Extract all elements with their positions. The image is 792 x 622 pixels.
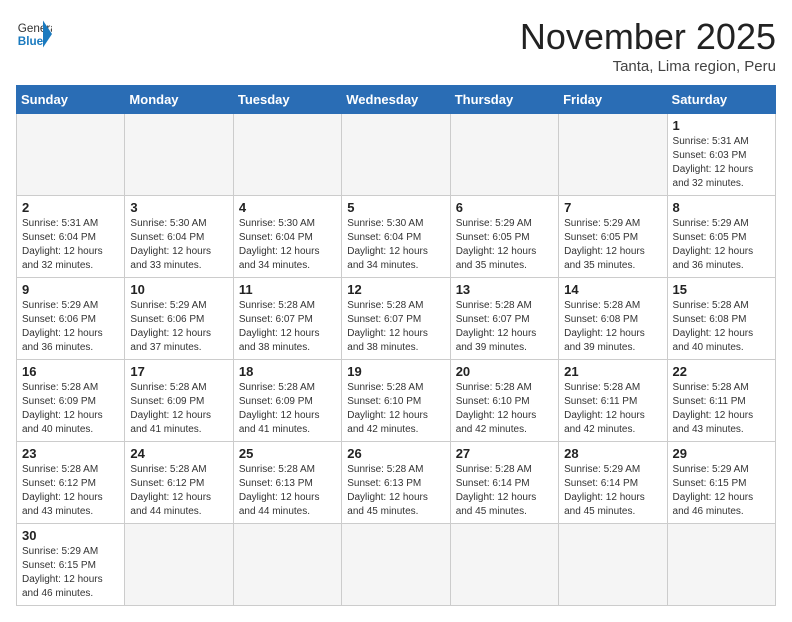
- calendar-row-5: 23 Sunrise: 5:28 AMSunset: 6:12 PMDaylig…: [17, 442, 776, 524]
- day-20: 20 Sunrise: 5:28 AMSunset: 6:10 PMDaylig…: [450, 360, 558, 442]
- empty-cell: [342, 524, 450, 606]
- weekday-header-row: Sunday Monday Tuesday Wednesday Thursday…: [17, 86, 776, 114]
- day-26: 26 Sunrise: 5:28 AMSunset: 6:13 PMDaylig…: [342, 442, 450, 524]
- calendar-row-4: 16 Sunrise: 5:28 AMSunset: 6:09 PMDaylig…: [17, 360, 776, 442]
- location: Tanta, Lima region, Peru: [520, 58, 776, 75]
- logo-icon: General Blue: [16, 16, 52, 52]
- empty-cell: [125, 114, 233, 196]
- logo: General Blue: [16, 16, 52, 52]
- day-24: 24 Sunrise: 5:28 AMSunset: 6:12 PMDaylig…: [125, 442, 233, 524]
- day-9: 9 Sunrise: 5:29 AMSunset: 6:06 PMDayligh…: [17, 278, 125, 360]
- calendar-row-1: 1 Sunrise: 5:31 AM Sunset: 6:03 PM Dayli…: [17, 114, 776, 196]
- day-28: 28 Sunrise: 5:29 AMSunset: 6:14 PMDaylig…: [559, 442, 667, 524]
- month-title: November 2025: [520, 16, 776, 58]
- empty-cell: [233, 524, 341, 606]
- empty-cell: [125, 524, 233, 606]
- day-13: 13 Sunrise: 5:28 AMSunset: 6:07 PMDaylig…: [450, 278, 558, 360]
- empty-cell: [17, 114, 125, 196]
- day-7: 7 Sunrise: 5:29 AMSunset: 6:05 PMDayligh…: [559, 196, 667, 278]
- header-thursday: Thursday: [450, 86, 558, 114]
- empty-cell: [233, 114, 341, 196]
- day-8: 8 Sunrise: 5:29 AMSunset: 6:05 PMDayligh…: [667, 196, 775, 278]
- svg-text:Blue: Blue: [18, 35, 44, 48]
- day-21: 21 Sunrise: 5:28 AMSunset: 6:11 PMDaylig…: [559, 360, 667, 442]
- day-17: 17 Sunrise: 5:28 AMSunset: 6:09 PMDaylig…: [125, 360, 233, 442]
- day-6: 6 Sunrise: 5:29 AMSunset: 6:05 PMDayligh…: [450, 196, 558, 278]
- day-22: 22 Sunrise: 5:28 AMSunset: 6:11 PMDaylig…: [667, 360, 775, 442]
- header-tuesday: Tuesday: [233, 86, 341, 114]
- header-monday: Monday: [125, 86, 233, 114]
- day-18: 18 Sunrise: 5:28 AMSunset: 6:09 PMDaylig…: [233, 360, 341, 442]
- header-saturday: Saturday: [667, 86, 775, 114]
- day-2: 2 Sunrise: 5:31 AMSunset: 6:04 PMDayligh…: [17, 196, 125, 278]
- day-11: 11 Sunrise: 5:28 AMSunset: 6:07 PMDaylig…: [233, 278, 341, 360]
- empty-cell: [559, 114, 667, 196]
- empty-cell: [342, 114, 450, 196]
- title-block: November 2025 Tanta, Lima region, Peru: [520, 16, 776, 75]
- day-10: 10 Sunrise: 5:29 AMSunset: 6:06 PMDaylig…: [125, 278, 233, 360]
- day-30: 30 Sunrise: 5:29 AMSunset: 6:15 PMDaylig…: [17, 524, 125, 606]
- day-16: 16 Sunrise: 5:28 AMSunset: 6:09 PMDaylig…: [17, 360, 125, 442]
- day-14: 14 Sunrise: 5:28 AMSunset: 6:08 PMDaylig…: [559, 278, 667, 360]
- day-5: 5 Sunrise: 5:30 AMSunset: 6:04 PMDayligh…: [342, 196, 450, 278]
- empty-cell: [559, 524, 667, 606]
- day-25: 25 Sunrise: 5:28 AMSunset: 6:13 PMDaylig…: [233, 442, 341, 524]
- header-friday: Friday: [559, 86, 667, 114]
- calendar-row-6: 30 Sunrise: 5:29 AMSunset: 6:15 PMDaylig…: [17, 524, 776, 606]
- header-sunday: Sunday: [17, 86, 125, 114]
- day-23: 23 Sunrise: 5:28 AMSunset: 6:12 PMDaylig…: [17, 442, 125, 524]
- calendar-row-2: 2 Sunrise: 5:31 AMSunset: 6:04 PMDayligh…: [17, 196, 776, 278]
- day-27: 27 Sunrise: 5:28 AMSunset: 6:14 PMDaylig…: [450, 442, 558, 524]
- empty-cell: [450, 524, 558, 606]
- day-29: 29 Sunrise: 5:29 AMSunset: 6:15 PMDaylig…: [667, 442, 775, 524]
- header-wednesday: Wednesday: [342, 86, 450, 114]
- page-header: General Blue November 2025 Tanta, Lima r…: [16, 16, 776, 75]
- day-1: 1 Sunrise: 5:31 AM Sunset: 6:03 PM Dayli…: [667, 114, 775, 196]
- day-3: 3 Sunrise: 5:30 AMSunset: 6:04 PMDayligh…: [125, 196, 233, 278]
- day-12: 12 Sunrise: 5:28 AMSunset: 6:07 PMDaylig…: [342, 278, 450, 360]
- calendar-row-3: 9 Sunrise: 5:29 AMSunset: 6:06 PMDayligh…: [17, 278, 776, 360]
- calendar: Sunday Monday Tuesday Wednesday Thursday…: [16, 85, 776, 606]
- empty-cell: [450, 114, 558, 196]
- day-15: 15 Sunrise: 5:28 AMSunset: 6:08 PMDaylig…: [667, 278, 775, 360]
- day-19: 19 Sunrise: 5:28 AMSunset: 6:10 PMDaylig…: [342, 360, 450, 442]
- empty-cell: [667, 524, 775, 606]
- day-4: 4 Sunrise: 5:30 AMSunset: 6:04 PMDayligh…: [233, 196, 341, 278]
